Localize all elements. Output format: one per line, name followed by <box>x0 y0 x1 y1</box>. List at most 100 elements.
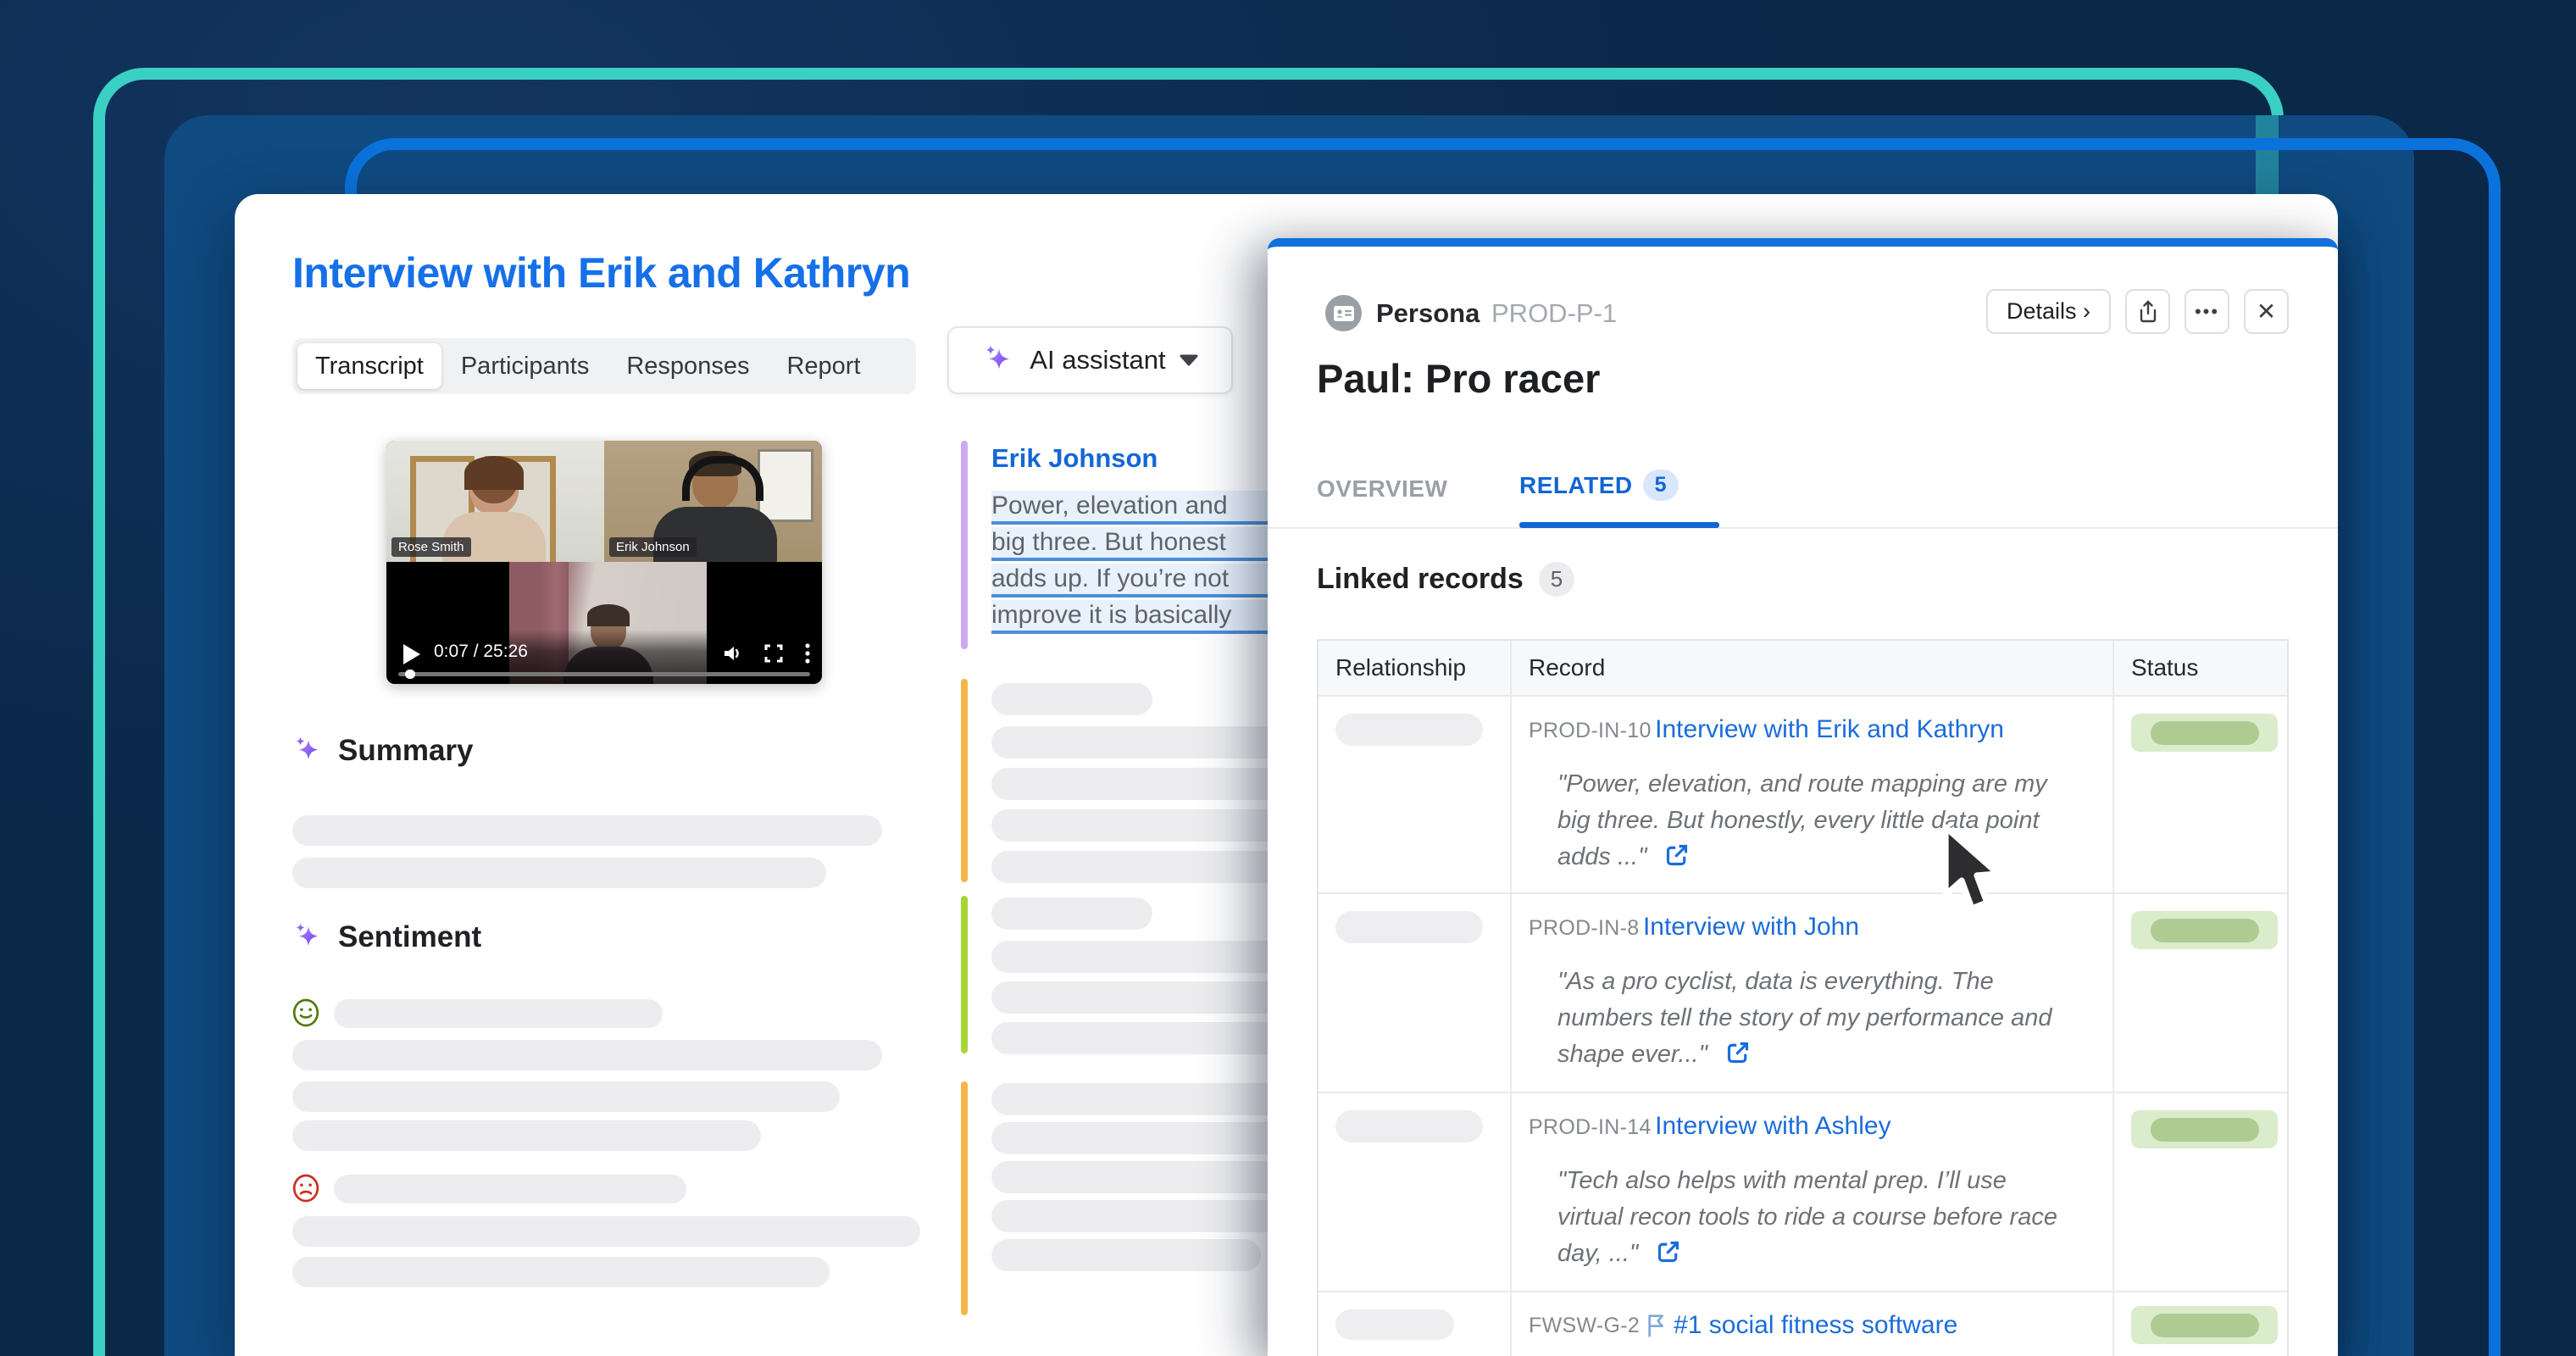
active-tab-underline <box>1519 522 1719 528</box>
chevron-down-icon <box>1180 354 1198 366</box>
video-participant-rose: Rose Smith <box>386 441 604 562</box>
summary-skeleton-line <box>292 815 882 846</box>
status-pill <box>2131 1110 2278 1148</box>
record-link[interactable]: #1 social fitness software <box>1674 1311 1957 1340</box>
persona-title: Paul: Pro racer <box>1317 355 1600 402</box>
page-title: Interview with Erik and Kathryn <box>292 248 910 297</box>
status-pill <box>2131 714 2278 752</box>
ai-assistant-label: AI assistant <box>1030 345 1165 375</box>
record-id-cell: PROD-IN-14 <box>1529 1115 1652 1139</box>
tab-participants[interactable]: Participants <box>443 343 608 389</box>
linked-records-count: 5 <box>1539 562 1574 597</box>
transcript-skeleton-line <box>991 898 1152 930</box>
video-participant-erik: Erik Johnson <box>604 441 822 562</box>
transcript-skeleton-line <box>991 683 1152 715</box>
video-progress-bar[interactable] <box>398 672 810 676</box>
relationship-skeleton <box>1335 1309 1454 1340</box>
external-link-icon <box>1657 1240 1680 1264</box>
column-header-relationship: Relationship <box>1319 641 1512 695</box>
sentiment-heading: Sentiment <box>338 920 481 954</box>
relationship-skeleton <box>1335 1110 1483 1142</box>
fullscreen-icon[interactable] <box>764 644 783 663</box>
tab-report[interactable]: Report <box>769 343 878 389</box>
column-header-status: Status <box>2114 641 2287 695</box>
quote-marker-green <box>961 896 968 1053</box>
positive-sentiment-icon <box>291 998 321 1028</box>
play-icon[interactable] <box>403 644 420 664</box>
summary-section-header: Summary <box>292 734 474 768</box>
transcript-skeleton-line <box>991 1239 1261 1271</box>
video-name-label-rose: Rose Smith <box>391 537 471 557</box>
more-options-button[interactable]: ••• <box>2185 289 2229 334</box>
quote-marker-orange <box>961 679 968 882</box>
sparkle-icon <box>982 343 1016 377</box>
tab-transcript[interactable]: Transcript <box>297 343 441 389</box>
kebab-menu-icon[interactable] <box>805 643 810 664</box>
table-header-row: Relationship Record Status <box>1319 641 2287 697</box>
status-pill <box>2131 911 2278 949</box>
table-row[interactable]: PROD-IN-8 Interview with John "As a pro … <box>1319 894 2287 1093</box>
sparkle-icon <box>292 735 325 767</box>
record-id-cell: PROD-IN-10 <box>1529 719 1652 742</box>
tab-responses[interactable]: Responses <box>608 343 767 389</box>
video-name-label-erik: Erik Johnson <box>609 537 697 557</box>
record-link[interactable]: Interview with Ashley <box>1655 1112 1890 1140</box>
share-button[interactable] <box>2125 289 2170 334</box>
relationship-skeleton <box>1335 911 1483 943</box>
record-id-cell: FWSW-G-2 <box>1529 1314 1640 1338</box>
video-player[interactable]: Rose Smith Erik Johnson 0:07 / 25:26 <box>386 441 822 684</box>
video-timestamp: 0:07 / 25:26 <box>434 642 528 662</box>
summary-skeleton-line <box>292 858 826 888</box>
table-row[interactable]: PROD-IN-10 Interview with Erik and Kathr… <box>1319 697 2287 894</box>
record-link[interactable]: Interview with Erik and Kathryn <box>1655 715 2004 743</box>
tab-related-badge: 5 <box>1643 470 1679 501</box>
stage: Interview with Erik and Kathryn Transcri… <box>0 0 2576 1356</box>
external-link-icon <box>1726 1041 1750 1064</box>
linked-records-table: Relationship Record Status PROD-IN-10 In… <box>1317 639 2289 1356</box>
quote-marker-purple <box>961 441 968 649</box>
details-button[interactable]: Details › <box>1986 289 2111 334</box>
record-link[interactable]: Interview with John <box>1643 913 1859 941</box>
sentiment-skeleton-line <box>292 1040 882 1070</box>
transcript-highlight-line[interactable]: Power, elevation and <box>991 491 1271 525</box>
column-header-record: Record <box>1512 641 2114 695</box>
quote-marker-orange <box>961 1081 968 1315</box>
record-id: PROD-P-1 <box>1491 298 1617 329</box>
close-button[interactable]: ✕ <box>2244 289 2289 334</box>
tab-overview[interactable]: OVERVIEW <box>1317 475 1447 503</box>
record-quote: "As a pro cyclist, data is everything. T… <box>1557 964 2074 1073</box>
transcript-highlight-line[interactable]: improve it is basically <box>991 600 1271 634</box>
sentiment-section-header: Sentiment <box>292 920 481 954</box>
tab-related-label: RELATED <box>1519 472 1633 499</box>
video-controls: 0:07 / 25:26 <box>386 630 822 684</box>
interview-tabbar: Transcript Participants Responses Report <box>292 338 916 394</box>
volume-icon[interactable] <box>722 644 742 663</box>
video-progress-handle[interactable] <box>405 670 415 679</box>
relationship-skeleton <box>1335 714 1483 746</box>
table-row[interactable]: PROD-IN-14 Interview with Ashley "Tech a… <box>1319 1093 2287 1292</box>
tab-related[interactable]: RELATED 5 <box>1519 470 1679 501</box>
mouse-cursor <box>1939 824 2005 924</box>
sentiment-skeleton-line <box>292 1216 920 1247</box>
transcript-speaker[interactable]: Erik Johnson <box>991 443 1158 474</box>
tabs-divider <box>1268 527 2338 529</box>
sentiment-skeleton-line <box>292 1257 830 1287</box>
linked-records-heading: Linked records <box>1317 563 1524 596</box>
sentiment-skeleton-line <box>334 999 663 1028</box>
sentiment-skeleton-line <box>292 1120 761 1151</box>
sentiment-skeleton-line <box>292 1081 840 1112</box>
table-row[interactable]: FWSW-G-2 #1 social fitness software <box>1319 1292 2287 1356</box>
panel-actions: Details › ••• ✕ <box>1986 289 2289 334</box>
persona-avatar-icon <box>1325 295 1362 331</box>
external-link-icon <box>1665 843 1689 867</box>
persona-panel: Persona PROD-P-1 Details › ••• ✕ Paul: P… <box>1268 238 2338 1356</box>
sentiment-skeleton-line <box>334 1175 686 1203</box>
transcript-highlight-line[interactable]: big three. But honest <box>991 527 1271 561</box>
flag-icon <box>1646 1313 1667 1338</box>
sparkle-icon <box>292 921 325 953</box>
summary-heading: Summary <box>338 734 474 768</box>
record-id-cell: PROD-IN-8 <box>1529 916 1639 940</box>
linked-records-header: Linked records 5 <box>1317 562 1574 597</box>
transcript-highlight-line[interactable]: adds up. If you’re not <box>991 564 1271 597</box>
ai-assistant-button[interactable]: AI assistant <box>947 326 1233 394</box>
